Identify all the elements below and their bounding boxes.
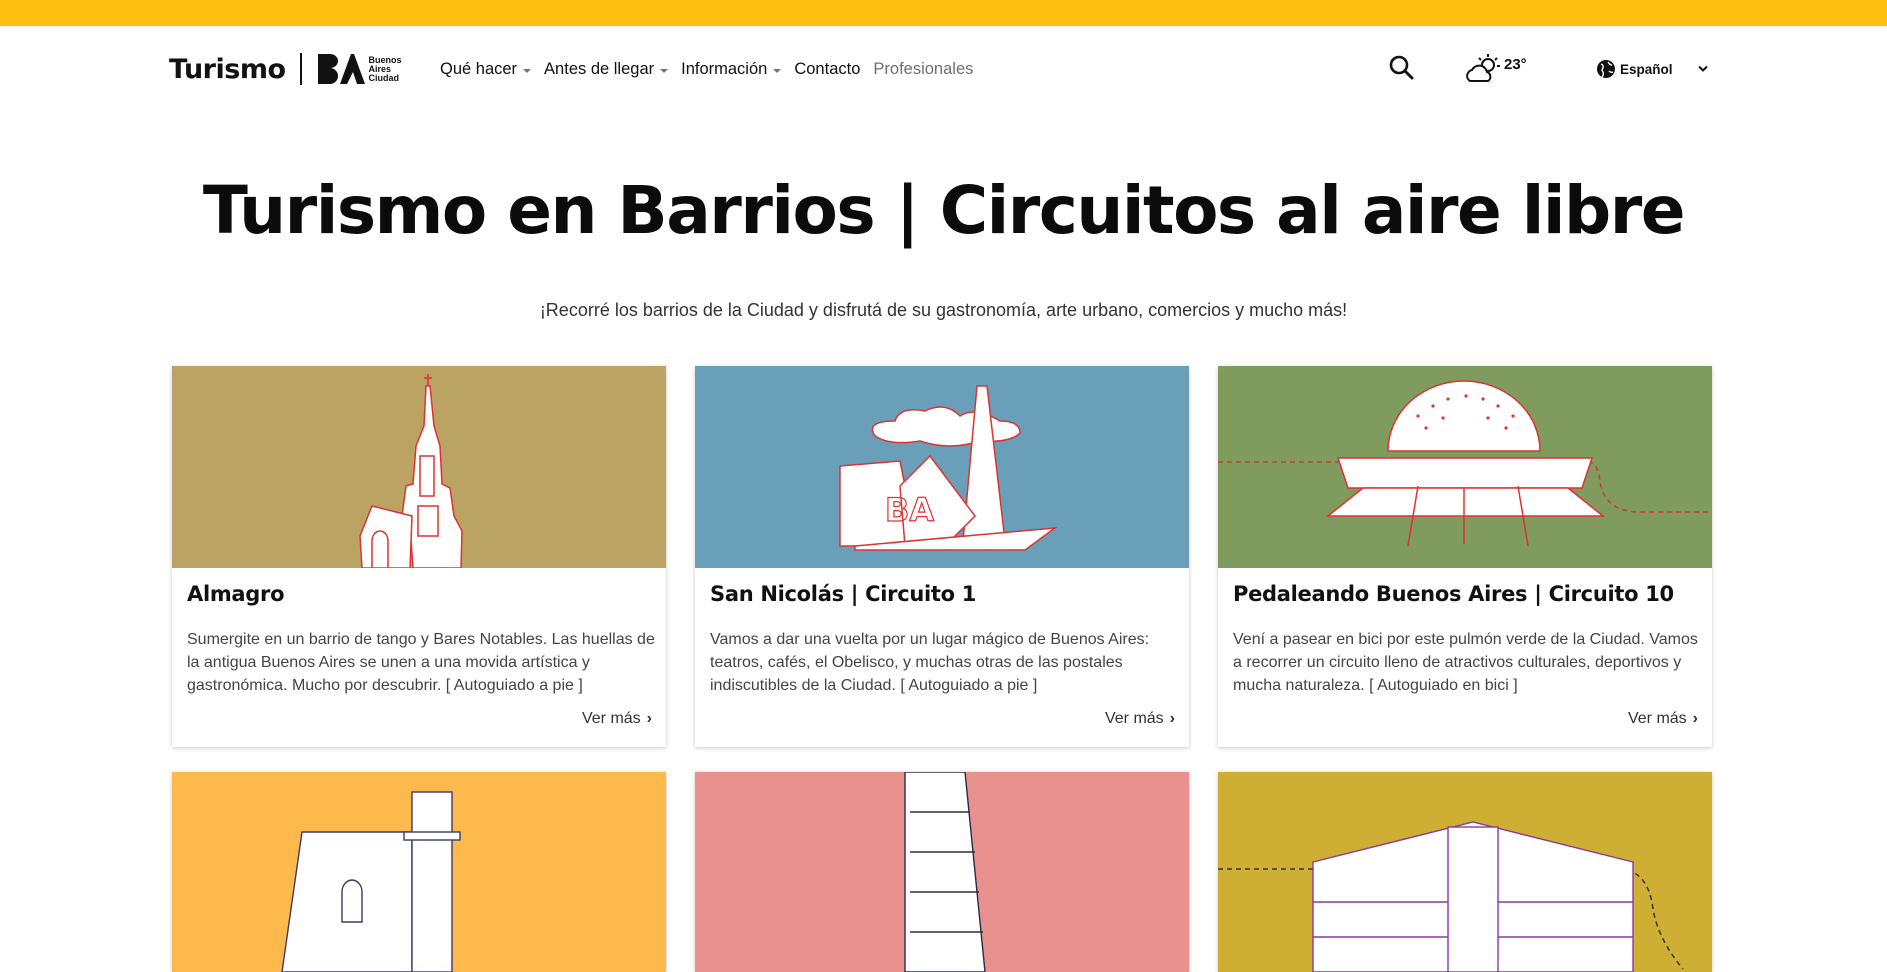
see-more-link[interactable]: Ver más ›	[1628, 710, 1698, 728]
caret-down-icon	[523, 68, 532, 73]
top-accent-bar	[0, 0, 1887, 26]
see-more-label: Ver más	[581, 710, 641, 727]
card-image	[1218, 772, 1712, 972]
card-image	[695, 772, 1189, 972]
language-selector[interactable]: Español	[1596, 59, 1709, 79]
menu-que-hacer[interactable]: Qué hacer	[440, 60, 532, 79]
church-illustration	[359, 374, 463, 568]
weather-widget[interactable]: 23°	[1466, 52, 1527, 84]
brand-logo[interactable]: Turismo Buenos Aires Ciudad	[169, 52, 402, 86]
menu-label: Contacto	[794, 60, 861, 78]
ba-logo: Buenos Aires Ciudad	[316, 52, 402, 86]
planetarium-illustration	[1218, 380, 1712, 547]
chevron-right-icon: ›	[1692, 710, 1698, 727]
circuit-card[interactable]	[1218, 772, 1712, 972]
card-image	[172, 772, 666, 972]
caret-down-icon	[773, 68, 782, 73]
building-illustration	[281, 791, 461, 972]
caret-down-icon	[660, 68, 669, 73]
page-subtitle: ¡Recorré los barrios de la Ciudad y disf…	[539, 300, 1348, 320]
card-image: BA	[695, 366, 1189, 568]
brand-divider	[299, 53, 302, 85]
language-label: Español	[1620, 61, 1673, 77]
card-description: Vamos a dar una vuelta por un lugar mági…	[710, 631, 1150, 694]
chevron-down-icon	[1697, 65, 1708, 72]
svg-text:BA: BA	[885, 491, 934, 529]
brand-name: Turismo	[169, 53, 286, 85]
menu-label: Información	[681, 60, 768, 78]
ba-logo-icon	[317, 54, 365, 84]
circuit-card-pedaleando[interactable]: Pedaleando Buenos Aires | Circuito 10 Ve…	[1218, 366, 1712, 747]
menu-label: Profesionales	[873, 60, 974, 78]
menu-antes-de-llegar[interactable]: Antes de llegar	[544, 60, 669, 79]
temperature: 23°	[1504, 56, 1527, 73]
building-illustration	[1218, 821, 1684, 972]
menu-informacion[interactable]: Información	[681, 60, 782, 79]
card-image	[172, 366, 666, 568]
card-description: Sumergite en un barrio de tango y Bares …	[187, 631, 655, 694]
main-navbar: Turismo Buenos Aires Ciudad Qué hacer An…	[0, 26, 1887, 114]
chevron-right-icon: ›	[1169, 710, 1175, 727]
circuit-card-almagro[interactable]: Almagro Sumergite en un barrio de tango …	[172, 366, 666, 747]
card-image	[1218, 366, 1712, 568]
page-title: Turismo en Barrios | Circuitos al aire l…	[202, 172, 1686, 249]
see-more-label: Ver más	[1104, 710, 1164, 727]
circuit-card-san-nicolas[interactable]: BA San Nicolás | Circuito 1 Vamos a dar …	[695, 366, 1189, 747]
main-menu: Qué hacer Antes de llegar Información Co…	[440, 60, 986, 79]
building-illustration	[904, 772, 986, 972]
card-description: Vení a pasear en bici por este pulmón ve…	[1233, 631, 1698, 694]
chevron-right-icon: ›	[646, 710, 652, 727]
card-title: San Nicolás | Circuito 1	[710, 582, 977, 606]
menu-profesionales[interactable]: Profesionales	[873, 60, 973, 79]
see-more-link[interactable]: Ver más ›	[582, 710, 652, 728]
card-title: Almagro	[187, 582, 285, 606]
search-icon[interactable]	[1388, 54, 1416, 82]
partly-sunny-icon	[1466, 54, 1500, 82]
card-title: Pedaleando Buenos Aires | Circuito 10	[1233, 582, 1674, 606]
menu-label: Qué hacer	[440, 60, 518, 78]
menu-label: Antes de llegar	[544, 60, 655, 78]
globe-icon	[1597, 60, 1615, 78]
circuit-card[interactable]	[695, 772, 1189, 972]
see-more-link[interactable]: Ver más ›	[1105, 710, 1175, 728]
see-more-label: Ver más	[1627, 710, 1687, 727]
circuit-card[interactable]	[172, 772, 666, 972]
menu-contacto[interactable]: Contacto	[794, 60, 860, 79]
obelisco-illustration: BA	[839, 385, 1058, 551]
ba-logo-text: Buenos Aires Ciudad	[368, 54, 402, 83]
